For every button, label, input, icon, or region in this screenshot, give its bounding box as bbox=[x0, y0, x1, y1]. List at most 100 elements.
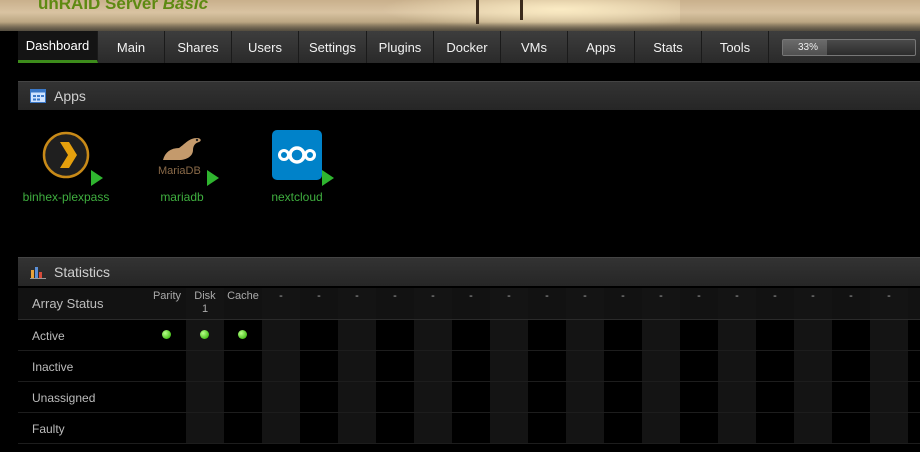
plex-icon[interactable] bbox=[41, 130, 103, 186]
row-label: Inactive bbox=[32, 360, 74, 374]
status-cell bbox=[794, 382, 832, 412]
column-header: - bbox=[452, 288, 490, 319]
status-cell bbox=[642, 320, 680, 350]
column-header: - bbox=[338, 288, 376, 319]
status-cell bbox=[186, 413, 224, 443]
play-icon bbox=[91, 170, 103, 186]
status-cell bbox=[452, 320, 490, 350]
status-cell bbox=[338, 413, 376, 443]
app-tile[interactable]: MariaDB mariadb bbox=[127, 130, 237, 204]
tab-users[interactable]: Users bbox=[232, 31, 299, 63]
tab-vms[interactable]: VMs bbox=[501, 31, 568, 63]
column-header: - bbox=[604, 288, 642, 319]
status-cell bbox=[604, 382, 642, 412]
tab-shares[interactable]: Shares bbox=[165, 31, 232, 63]
column-header-label: Cache bbox=[227, 290, 259, 302]
status-cell bbox=[566, 413, 604, 443]
column-header-label: - bbox=[887, 290, 891, 302]
apps-grid-icon bbox=[30, 89, 46, 103]
status-cell bbox=[300, 382, 338, 412]
tab-tools[interactable]: Tools bbox=[702, 31, 769, 63]
column-header: Disk 1 bbox=[186, 288, 224, 319]
table-row: Active bbox=[18, 320, 920, 351]
column-header-label: - bbox=[507, 290, 511, 302]
status-cell bbox=[414, 351, 452, 381]
column-header: Cache bbox=[224, 288, 262, 319]
status-cell bbox=[338, 351, 376, 381]
status-cell bbox=[224, 351, 262, 381]
table-row: Inactive bbox=[18, 351, 920, 382]
status-cell bbox=[832, 413, 870, 443]
status-cell bbox=[224, 413, 262, 443]
app-tile[interactable]: binhex-plexpass bbox=[11, 130, 121, 204]
mariadb-icon[interactable]: MariaDB bbox=[157, 130, 219, 186]
server-title-text: unRAID Server bbox=[38, 0, 163, 13]
status-cell bbox=[528, 320, 566, 350]
column-header-label: - bbox=[355, 290, 359, 302]
status-cell bbox=[490, 320, 528, 350]
status-cell bbox=[414, 413, 452, 443]
tab-docker[interactable]: Docker bbox=[434, 31, 501, 63]
app-label[interactable]: binhex-plexpass bbox=[11, 190, 121, 204]
table-header-row: Array Status Parity Disk 1 Cache - - - - - - - - - - -… bbox=[18, 288, 920, 320]
status-cell bbox=[680, 413, 718, 443]
column-header: - bbox=[566, 288, 604, 319]
status-cell bbox=[604, 351, 642, 381]
tab-stats[interactable]: Stats bbox=[635, 31, 702, 63]
app-label[interactable]: nextcloud bbox=[242, 190, 352, 204]
status-cell bbox=[870, 320, 908, 350]
column-header-label: - bbox=[279, 290, 283, 302]
status-cell bbox=[718, 382, 756, 412]
status-cell bbox=[452, 351, 490, 381]
tab-apps[interactable]: Apps bbox=[568, 31, 635, 63]
column-header-label: - bbox=[735, 290, 739, 302]
column-header: - bbox=[490, 288, 528, 319]
status-cell bbox=[832, 320, 870, 350]
tab-main[interactable]: Main bbox=[98, 31, 165, 63]
status-cell bbox=[376, 382, 414, 412]
status-cell bbox=[528, 413, 566, 443]
status-cell bbox=[870, 351, 908, 381]
status-cell bbox=[870, 413, 908, 443]
status-cell bbox=[376, 413, 414, 443]
status-cell bbox=[756, 351, 794, 381]
row-label: Faulty bbox=[32, 422, 65, 436]
play-icon bbox=[207, 170, 219, 186]
column-header: - bbox=[870, 288, 908, 319]
server-title: unRAID Server Basic bbox=[38, 0, 208, 14]
column-header-label: - bbox=[811, 290, 815, 302]
nextcloud-icon[interactable] bbox=[272, 130, 334, 186]
status-cell bbox=[832, 351, 870, 381]
tab-settings[interactable]: Settings bbox=[299, 31, 367, 63]
status-cell bbox=[414, 320, 452, 350]
status-cell bbox=[642, 413, 680, 443]
app-tile[interactable]: nextcloud bbox=[242, 130, 352, 204]
tab-plugins[interactable]: Plugins bbox=[367, 31, 434, 63]
main-nav: Dashboard Main Shares Users Settings Plu… bbox=[18, 31, 920, 63]
column-header-label: - bbox=[659, 290, 663, 302]
app-label[interactable]: mariadb bbox=[127, 190, 237, 204]
status-cell bbox=[794, 320, 832, 350]
status-dot-icon bbox=[238, 330, 247, 339]
status-cell bbox=[148, 382, 186, 412]
status-cell bbox=[642, 382, 680, 412]
mariadb-logo-text: MariaDB bbox=[158, 165, 201, 177]
apps-section-title: Apps bbox=[54, 88, 86, 104]
server-edition: Basic bbox=[162, 0, 209, 13]
status-cell bbox=[376, 320, 414, 350]
column-header-label: - bbox=[697, 290, 701, 302]
status-cell bbox=[718, 320, 756, 350]
table-row: Unassigned bbox=[18, 382, 920, 413]
status-cell bbox=[490, 413, 528, 443]
status-cell bbox=[262, 413, 300, 443]
status-cell bbox=[604, 413, 642, 443]
status-cell bbox=[604, 320, 642, 350]
status-cell bbox=[566, 320, 604, 350]
status-cell bbox=[148, 320, 186, 350]
stats-section-header: Statistics bbox=[18, 257, 920, 286]
tab-dashboard[interactable]: Dashboard bbox=[18, 31, 98, 63]
column-header: - bbox=[718, 288, 756, 319]
status-dot-icon bbox=[200, 330, 209, 339]
column-header-label: - bbox=[469, 290, 473, 302]
row-label: Unassigned bbox=[32, 391, 96, 405]
